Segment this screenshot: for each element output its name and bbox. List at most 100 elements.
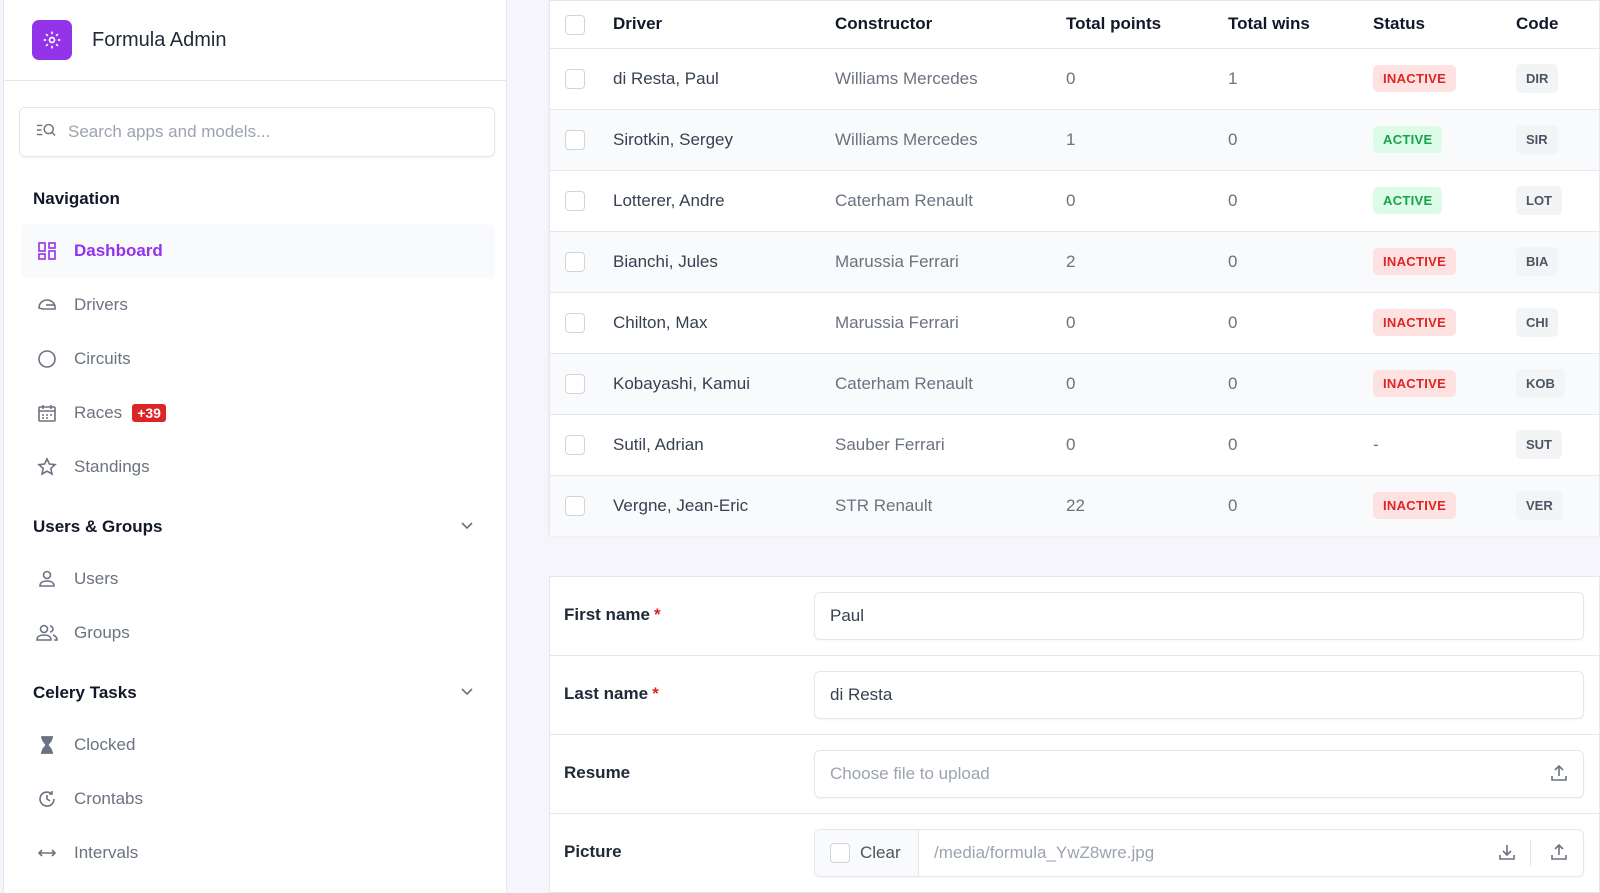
picture-label: Picture bbox=[564, 842, 622, 861]
wins-cell: 0 bbox=[1228, 373, 1238, 393]
table-row[interactable]: Sutil, Adrian Sauber Ferrari 0 0 - SUT bbox=[550, 414, 1599, 475]
column-header-constructor[interactable]: Constructor bbox=[835, 1, 1066, 48]
clear-label: Clear bbox=[860, 843, 901, 862]
download-icon[interactable] bbox=[1498, 843, 1516, 866]
resume-file-input[interactable]: Choose file to upload bbox=[814, 750, 1584, 798]
sidebar-item-users[interactable]: Users bbox=[21, 552, 495, 606]
table-row[interactable]: Sirotkin, Sergey Williams Mercedes 1 0 A… bbox=[550, 109, 1599, 170]
points-cell: 1 bbox=[1066, 129, 1076, 149]
driver-name-link[interactable]: di Resta, Paul bbox=[613, 48, 835, 109]
status-badge: INACTIVE bbox=[1373, 248, 1457, 275]
clear-toggle[interactable]: Clear bbox=[815, 830, 919, 876]
row-checkbox[interactable] bbox=[565, 434, 585, 455]
sidebar-item-drivers[interactable]: Drivers bbox=[21, 278, 495, 332]
sidebar-item-circuits[interactable]: Circuits bbox=[21, 332, 495, 386]
table-row[interactable]: Bianchi, Jules Marussia Ferrari 2 0 INAC… bbox=[550, 231, 1599, 292]
sidebar-item-dashboard[interactable]: Dashboard bbox=[21, 224, 495, 278]
races-count-badge: +39 bbox=[132, 404, 166, 422]
sidebar-item-crontabs[interactable]: Crontabs bbox=[21, 772, 495, 826]
constructor-cell: Sauber Ferrari bbox=[835, 434, 945, 454]
upload-icon[interactable] bbox=[1550, 843, 1568, 866]
driver-name-link[interactable]: Bianchi, Jules bbox=[613, 231, 835, 292]
picture-path: /media/formula_YwZ8wre.jpg bbox=[934, 843, 1155, 862]
constructor-cell: Caterham Renault bbox=[835, 190, 973, 210]
column-header-driver[interactable]: Driver bbox=[613, 1, 835, 48]
table-row[interactable]: Kobayashi, Kamui Caterham Renault 0 0 IN… bbox=[550, 353, 1599, 414]
driver-name-link[interactable]: Kobayashi, Kamui bbox=[613, 353, 835, 414]
circle-icon bbox=[36, 348, 58, 370]
constructor-cell: Williams Mercedes bbox=[835, 129, 978, 149]
code-badge: SUT bbox=[1516, 430, 1562, 459]
table-row[interactable]: Chilton, Max Marussia Ferrari 0 0 INACTI… bbox=[550, 292, 1599, 353]
brand: Formula Admin bbox=[4, 0, 506, 81]
wins-cell: 0 bbox=[1228, 129, 1238, 149]
driver-name-link[interactable]: Sirotkin, Sergey bbox=[613, 109, 835, 170]
section-celery-tasks[interactable]: Celery Tasks bbox=[33, 683, 137, 703]
table-row[interactable]: Vergne, Jean-Eric STR Renault 22 0 INACT… bbox=[550, 475, 1599, 536]
wins-cell: 0 bbox=[1228, 251, 1238, 271]
driver-name-link[interactable]: Vergne, Jean-Eric bbox=[613, 475, 835, 536]
driver-form: First name * Paul Last name * di Resta Res… bbox=[549, 576, 1600, 893]
row-checkbox[interactable] bbox=[565, 496, 585, 516]
status-badge: ACTIVE bbox=[1373, 187, 1443, 214]
star-icon bbox=[36, 456, 58, 478]
row-checkbox[interactable] bbox=[565, 312, 585, 333]
required-mark: * bbox=[653, 605, 661, 624]
drivers-table: Driver Constructor Total points Total wi… bbox=[549, 0, 1600, 536]
app-title[interactable]: Formula Admin bbox=[92, 29, 227, 52]
driver-name-link[interactable]: Sutil, Adrian bbox=[613, 414, 835, 475]
code-badge: DIR bbox=[1516, 64, 1559, 93]
search-icon bbox=[36, 122, 56, 143]
row-checkbox[interactable] bbox=[565, 129, 585, 150]
dashboard-icon bbox=[36, 240, 58, 262]
clear-checkbox[interactable] bbox=[830, 843, 850, 863]
last-name-label: Last name * bbox=[564, 684, 659, 704]
code-badge: VER bbox=[1516, 491, 1563, 521]
hourglass-icon bbox=[36, 734, 58, 756]
sidebar-item-races[interactable]: Races +39 bbox=[21, 386, 495, 440]
first-name-field[interactable]: Paul bbox=[814, 592, 1584, 640]
row-checkbox[interactable] bbox=[565, 373, 585, 394]
sidebar-item-standings[interactable]: Standings bbox=[21, 440, 495, 494]
clock-icon bbox=[36, 788, 58, 810]
picture-file-input[interactable]: Clear /media/formula_YwZ8wre.jpg bbox=[814, 829, 1584, 877]
column-header-wins[interactable]: Total wins bbox=[1228, 1, 1373, 48]
constructor-cell: Marussia Ferrari bbox=[835, 312, 959, 332]
points-cell: 0 bbox=[1066, 373, 1076, 393]
upload-icon[interactable] bbox=[1550, 764, 1568, 787]
sidebar-item-intervals[interactable]: Intervals bbox=[21, 826, 495, 880]
chevron-down-icon[interactable] bbox=[460, 684, 474, 703]
driver-name-link[interactable]: Chilton, Max bbox=[613, 292, 835, 353]
form-row-first-name: First name * Paul bbox=[550, 577, 1599, 656]
row-checkbox[interactable] bbox=[565, 68, 585, 89]
sidebar-item-groups[interactable]: Groups bbox=[21, 606, 495, 660]
column-header-status[interactable]: Status bbox=[1373, 1, 1516, 48]
divider bbox=[1530, 840, 1531, 866]
last-name-field[interactable]: di Resta bbox=[814, 671, 1584, 719]
sidebar-item-clocked[interactable]: Clocked bbox=[21, 718, 495, 772]
code-badge: KOB bbox=[1516, 369, 1565, 398]
sidebar: Formula Admin Navigation Dashboard Drive… bbox=[3, 0, 507, 893]
required-mark: * bbox=[652, 684, 659, 703]
section-navigation: Navigation bbox=[33, 189, 120, 208]
sidebar-item-label: Circuits bbox=[74, 349, 131, 368]
resume-label: Resume bbox=[564, 763, 631, 782]
section-users-groups[interactable]: Users & Groups bbox=[33, 517, 162, 537]
chevron-down-icon[interactable] bbox=[460, 518, 474, 537]
search-input[interactable] bbox=[68, 122, 468, 142]
search-box[interactable] bbox=[19, 107, 495, 157]
table-row[interactable]: Lotterer, Andre Caterham Renault 0 0 ACT… bbox=[550, 170, 1599, 231]
column-header-code[interactable]: Code bbox=[1516, 1, 1599, 48]
group-icon bbox=[36, 622, 58, 644]
row-checkbox[interactable] bbox=[565, 251, 585, 272]
row-checkbox[interactable] bbox=[565, 190, 585, 211]
sidebar-item-label: Crontabs bbox=[74, 789, 143, 808]
points-cell: 0 bbox=[1066, 68, 1076, 88]
table-row[interactable]: di Resta, Paul Williams Mercedes 0 1 INA… bbox=[550, 48, 1599, 109]
gear-icon[interactable] bbox=[32, 20, 72, 60]
select-all-checkbox[interactable] bbox=[565, 14, 585, 35]
column-header-points[interactable]: Total points bbox=[1066, 1, 1228, 48]
driver-name-link[interactable]: Lotterer, Andre bbox=[613, 170, 835, 231]
sidebar-item-label: Standings bbox=[74, 457, 150, 476]
user-icon bbox=[36, 568, 58, 590]
